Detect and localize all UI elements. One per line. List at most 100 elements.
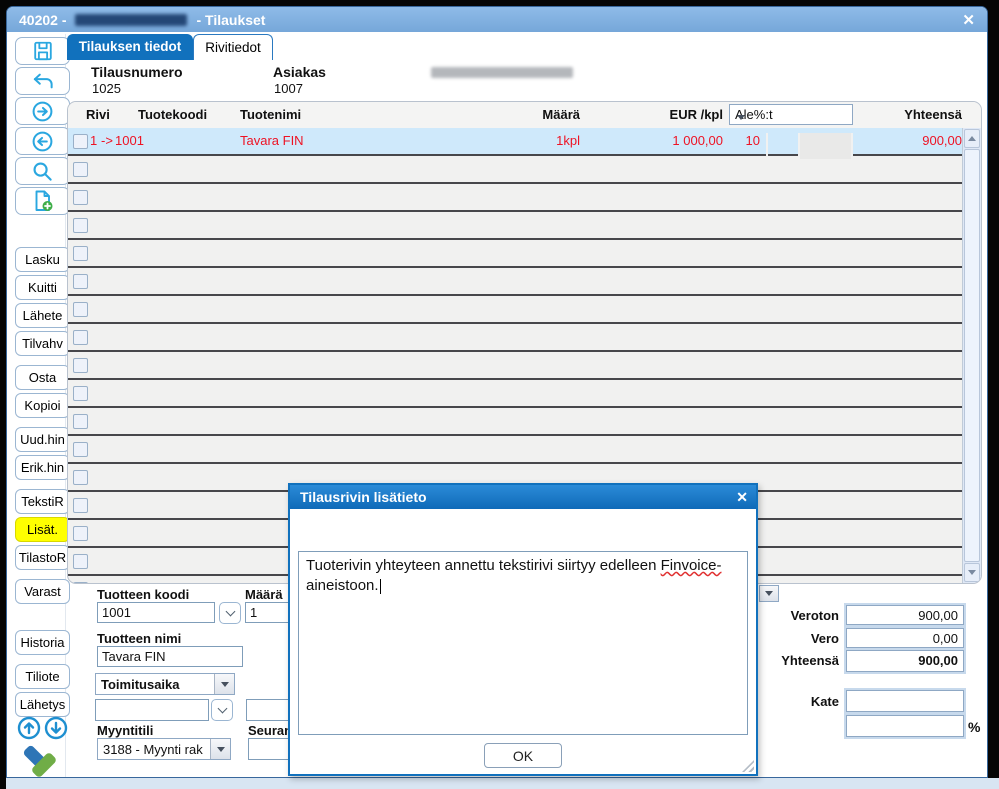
toimitusaika-combobox[interactable]: Toimitusaika — [95, 673, 235, 695]
sidebar-button-lähetys[interactable]: Lähetys — [15, 692, 70, 717]
cell-yhteensa: 900,00 — [862, 133, 962, 148]
ale-filter-combobox[interactable]: Ale%:t — [729, 104, 853, 125]
resize-grip[interactable] — [742, 760, 754, 772]
table-vertical-scrollbar[interactable] — [962, 128, 981, 583]
tilausnumero-value: 1025 — [92, 81, 121, 96]
redacted-company-name — [75, 14, 187, 26]
header-tuotenimi: Tuotenimi — [240, 107, 301, 122]
percent-sign: % — [968, 719, 980, 735]
lisatieto-dialog: Tilausrivin lisätieto ✕ Tuoterivin yhtey… — [288, 483, 758, 776]
table-row-empty[interactable] — [68, 352, 981, 380]
back-button[interactable] — [15, 127, 70, 155]
row-checkbox[interactable] — [73, 274, 88, 289]
sidebar-button-erikhin[interactable]: Erik.hin — [15, 455, 70, 480]
row-checkbox[interactable] — [73, 470, 88, 485]
new-row-button[interactable] — [15, 187, 70, 215]
scroll-up-button[interactable] — [964, 129, 980, 148]
toimitusaika-date-dropdown-button[interactable] — [211, 699, 233, 721]
hidden-dropdown-button[interactable] — [760, 586, 778, 601]
table-row-empty[interactable] — [68, 296, 981, 324]
row-checkbox[interactable] — [73, 190, 88, 205]
sidebar-button-kuitti[interactable]: Kuitti — [15, 275, 70, 300]
table-row-empty[interactable] — [68, 212, 981, 240]
kate-field[interactable] — [846, 690, 964, 712]
search-button[interactable] — [15, 157, 70, 185]
tuotteen-koodi-dropdown-button[interactable] — [219, 602, 241, 624]
window-bottom-strip — [6, 778, 999, 789]
row-checkbox[interactable] — [73, 358, 88, 373]
arrow-right-circle-icon — [31, 100, 54, 123]
row-checkbox[interactable] — [73, 498, 88, 513]
lisatieto-textarea[interactable]: Tuoterivin yhteyteen annettu tekstirivi … — [298, 551, 748, 735]
app-logo-icon — [19, 741, 61, 778]
arrow-up-circle-icon — [17, 716, 41, 740]
table-row-empty[interactable] — [68, 408, 981, 436]
sidebar-button-kopioi[interactable]: Kopioi — [15, 393, 70, 418]
dialog-close-button[interactable]: ✕ — [736, 489, 748, 506]
row-checkbox[interactable] — [73, 246, 88, 261]
table-row-empty[interactable] — [68, 324, 981, 352]
window-close-button[interactable]: ✕ — [962, 11, 975, 29]
toimitusaika-dropdown-button[interactable] — [214, 674, 234, 694]
row-checkbox[interactable] — [73, 414, 88, 429]
window-title-prefix: 40202 - — [19, 12, 66, 28]
kate-percent-field[interactable] — [846, 715, 964, 737]
move-up-button[interactable] — [17, 716, 41, 740]
myyntitili-dropdown-button[interactable] — [210, 739, 230, 759]
myyntitili-combobox[interactable]: 3188 - Myynti rak — [97, 738, 231, 760]
row-checkbox[interactable] — [73, 162, 88, 177]
row-checkbox[interactable] — [73, 442, 88, 457]
cell-arrow: -> — [101, 133, 113, 148]
undo-button[interactable] — [15, 67, 70, 95]
scrollbar-thumb[interactable] — [964, 149, 980, 562]
row-checkbox[interactable] — [73, 302, 88, 317]
hidden-combobox-arrow[interactable] — [759, 585, 779, 602]
redacted-customer-name — [431, 67, 573, 78]
table-row-empty[interactable] — [68, 184, 981, 212]
cell-ale: 10 — [700, 133, 760, 148]
sidebar-button-tilvahv[interactable]: Tilvahv — [15, 331, 70, 356]
cell-maara: 1kpl — [500, 133, 580, 148]
tuotteen-nimi-label: Tuotteen nimi — [97, 631, 181, 646]
tuotteen-nimi-input[interactable]: Tavara FIN — [97, 646, 243, 667]
tilausnumero-label: Tilausnumero — [91, 64, 183, 80]
row-checkbox[interactable] — [73, 134, 88, 149]
sidebar-button-historia[interactable]: Historia — [15, 630, 70, 655]
row-checkbox[interactable] — [73, 582, 88, 583]
row-checkbox[interactable] — [73, 330, 88, 345]
sidebar-button-uudhin[interactable]: Uud.hin — [15, 427, 70, 452]
save-button[interactable] — [15, 37, 70, 65]
ok-button[interactable]: OK — [484, 743, 562, 768]
sidebar-button-lähete[interactable]: Lähete — [15, 303, 70, 328]
tab-rivitiedot[interactable]: Rivitiedot — [193, 34, 273, 60]
sidebar-button-osta[interactable]: Osta — [15, 365, 70, 390]
sidebar-button-varast[interactable]: Varast — [15, 579, 70, 604]
row-checkbox[interactable] — [73, 386, 88, 401]
sidebar-button-tiliote[interactable]: Tiliote — [15, 664, 70, 689]
forward-button[interactable] — [15, 97, 70, 125]
yhteensa-field: 900,00 — [846, 650, 964, 672]
table-row-empty[interactable] — [68, 240, 981, 268]
tab-tilauksen-tiedot[interactable]: Tilauksen tiedot — [67, 34, 193, 60]
sidebar-button-tekstir[interactable]: TekstiR — [15, 489, 70, 514]
sidebar-action-buttons: Lasku Kuitti Lähete Tilvahv Osta Kopioi Uud.hi… — [15, 247, 70, 717]
sidebar-button-lasku[interactable]: Lasku — [15, 247, 70, 272]
vero-field: 0,00 — [846, 628, 964, 648]
sidebar-button-tilastor[interactable]: TilastoR — [15, 545, 70, 570]
sidebar-button-lisät[interactable]: Lisät. — [15, 517, 70, 542]
header-rivi: Rivi — [86, 107, 110, 122]
table-row-empty[interactable] — [68, 268, 981, 296]
row-checkbox[interactable] — [73, 554, 88, 569]
table-header-row: Rivi Tuotekoodi Tuotenimi Määrä EUR /kpl… — [68, 102, 981, 129]
table-row-selected[interactable]: 1 -> 1001 Tavara FIN 1kpl 1 000,00 10 90… — [68, 128, 981, 156]
row-checkbox[interactable] — [73, 218, 88, 233]
row-checkbox[interactable] — [73, 526, 88, 541]
header-tuotekoodi: Tuotekoodi — [138, 107, 207, 122]
toimitusaika-date-input[interactable] — [95, 699, 209, 721]
tuotteen-koodi-input[interactable]: 1001 — [97, 602, 215, 623]
move-down-button[interactable] — [44, 716, 68, 740]
scroll-down-button[interactable] — [964, 563, 980, 582]
table-row-empty[interactable] — [68, 380, 981, 408]
table-row-empty[interactable] — [68, 156, 981, 184]
table-row-empty[interactable] — [68, 436, 981, 464]
